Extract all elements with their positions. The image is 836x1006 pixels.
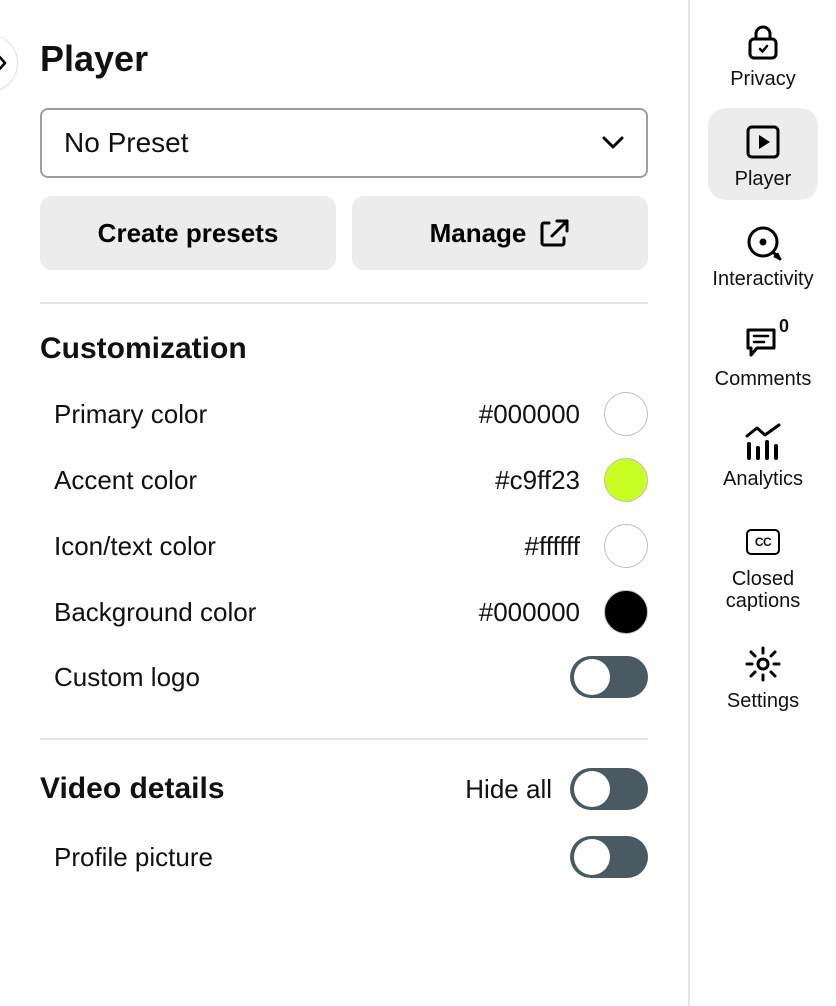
page-title: Player: [40, 38, 648, 80]
toggle-knob: [574, 839, 610, 875]
analytics-icon: [743, 422, 783, 462]
profile-picture-row: Profile picture: [54, 836, 648, 878]
sidebar-item-closed-captions[interactable]: CC Closed captions: [708, 508, 818, 622]
video-details-title: Video details: [40, 772, 225, 806]
toggle-knob: [574, 771, 610, 807]
play-icon: [743, 122, 783, 162]
custom-logo-label: Custom logo: [54, 662, 200, 693]
icontext-color-swatch[interactable]: [604, 524, 648, 568]
external-link-icon: [540, 218, 570, 248]
video-details-header: Video details Hide all: [40, 768, 648, 810]
hide-all-toggle[interactable]: [570, 768, 648, 810]
create-presets-label: Create presets: [98, 218, 279, 249]
icontext-color-row: Icon/text color #ffffff: [54, 524, 648, 568]
create-presets-button[interactable]: Create presets: [40, 196, 336, 270]
customization-rows: Primary color #000000 Accent color #c9ff…: [40, 392, 648, 698]
sidebar-item-label: Player: [735, 168, 792, 190]
primary-color-label: Primary color: [54, 399, 207, 430]
comment-icon: 0: [743, 322, 783, 362]
toggle-knob: [574, 659, 610, 695]
right-sidebar: Privacy Player Interactivity: [690, 0, 836, 1006]
divider: [40, 738, 648, 740]
accent-color-value: #c9ff23: [495, 465, 580, 496]
sidebar-item-comments[interactable]: 0 Comments: [708, 308, 818, 400]
custom-logo-toggle[interactable]: [570, 656, 648, 698]
sidebar-item-label: Comments: [715, 368, 812, 390]
sidebar-item-label: Interactivity: [712, 268, 813, 290]
panel-resize-handle[interactable]: [0, 34, 18, 92]
chevron-down-icon: [602, 136, 624, 150]
sidebar-item-player[interactable]: Player: [708, 108, 818, 200]
cc-icon: CC: [743, 522, 783, 562]
sidebar-item-settings[interactable]: Settings: [708, 630, 818, 722]
sidebar-item-analytics[interactable]: Analytics: [708, 408, 818, 500]
accent-color-label: Accent color: [54, 465, 197, 496]
manage-presets-button[interactable]: Manage: [352, 196, 648, 270]
primary-color-value: #000000: [479, 399, 580, 430]
interactivity-icon: [743, 222, 783, 262]
preset-button-row: Create presets Manage: [40, 196, 648, 270]
divider: [40, 302, 648, 304]
comments-count-badge: 0: [779, 316, 789, 337]
accent-color-row: Accent color #c9ff23: [54, 458, 648, 502]
preset-select[interactable]: No Preset: [40, 108, 648, 178]
main-panel: Player No Preset Create presets Manage C…: [0, 0, 690, 1006]
video-details-rows: Profile picture: [40, 836, 648, 878]
sidebar-item-label: Closed captions: [712, 568, 814, 612]
background-color-row: Background color #000000: [54, 590, 648, 634]
primary-color-row: Primary color #000000: [54, 392, 648, 436]
gear-icon: [743, 644, 783, 684]
sidebar-item-label: Settings: [727, 690, 799, 712]
sidebar-item-interactivity[interactable]: Interactivity: [708, 208, 818, 300]
customization-title: Customization: [40, 332, 648, 366]
profile-picture-label: Profile picture: [54, 842, 213, 873]
hide-all-label: Hide all: [465, 774, 552, 805]
sidebar-item-privacy[interactable]: Privacy: [708, 8, 818, 100]
custom-logo-row: Custom logo: [54, 656, 648, 698]
background-color-swatch[interactable]: [604, 590, 648, 634]
chevron-right-icon: [0, 52, 8, 74]
background-color-label: Background color: [54, 597, 256, 628]
preset-selected-value: No Preset: [64, 127, 189, 159]
sidebar-item-label: Privacy: [730, 68, 796, 90]
primary-color-swatch[interactable]: [604, 392, 648, 436]
icontext-color-value: #ffffff: [525, 531, 580, 562]
profile-picture-toggle[interactable]: [570, 836, 648, 878]
manage-presets-label: Manage: [430, 218, 527, 249]
sidebar-item-label: Analytics: [723, 468, 803, 490]
lock-icon: [743, 22, 783, 62]
background-color-value: #000000: [479, 597, 580, 628]
icontext-color-label: Icon/text color: [54, 531, 216, 562]
accent-color-swatch[interactable]: [604, 458, 648, 502]
